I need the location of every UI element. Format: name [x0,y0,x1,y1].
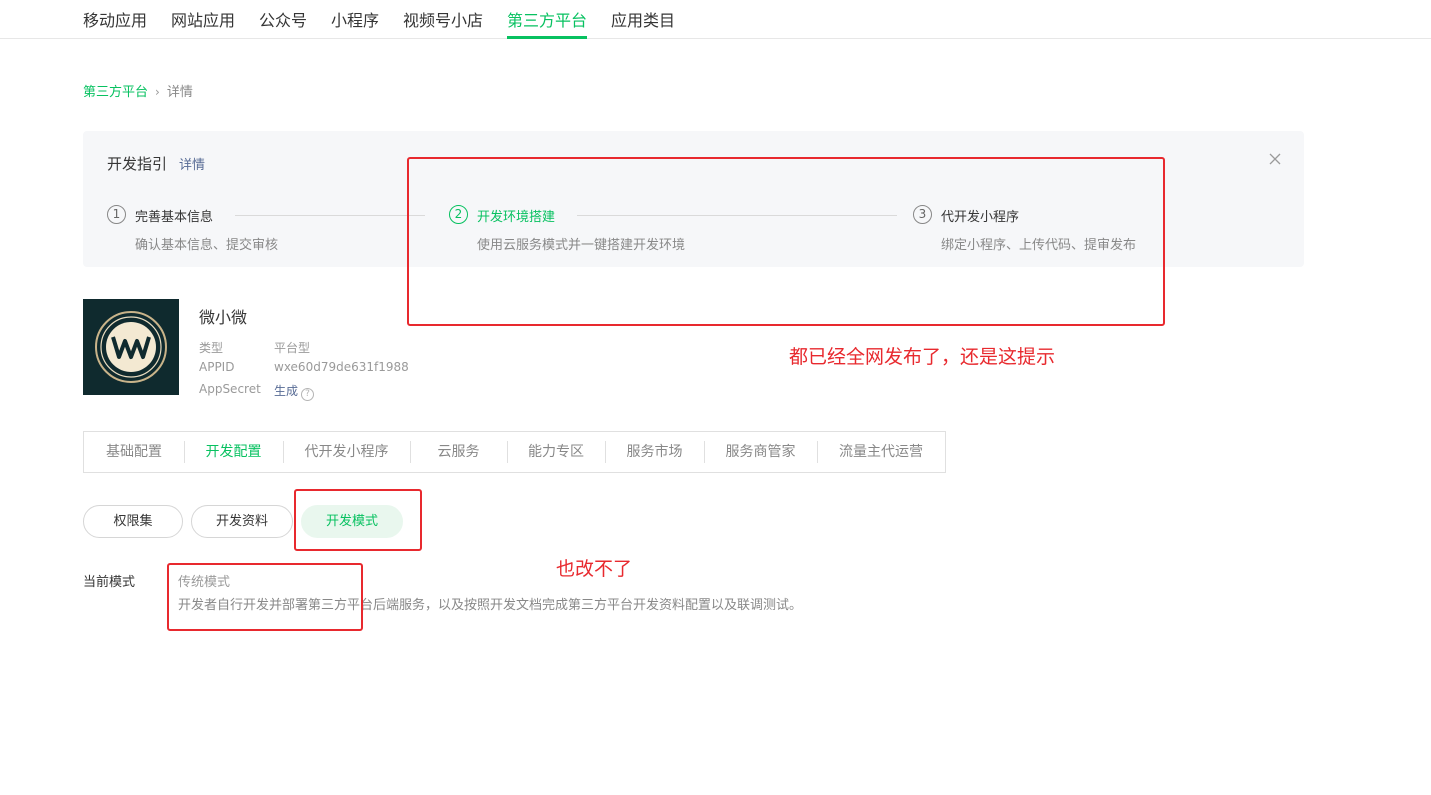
tab-capability-zone[interactable]: 能力专区 [507,432,605,472]
tab-traffic-operation[interactable]: 流量主代运营 [817,432,945,472]
nav-item-website-app[interactable]: 网站应用 [171,7,235,31]
appsecret-generate-link[interactable]: 生成 [274,384,298,398]
current-mode-label: 当前模式 [83,575,136,590]
pill-dev-materials[interactable]: 开发资料 [191,505,293,538]
appid-label: APPID [199,360,235,374]
breadcrumb-current: 详情 [166,85,193,100]
step-name: 完善基本信息 [135,210,214,225]
current-mode-name: 传统模式 [178,575,231,590]
step-number: 3 [913,205,932,224]
appsecret-value: 生成? [274,382,315,401]
nav-item-app-category[interactable]: 应用类目 [611,7,675,31]
dev-guide-card: 开发指引 详情 1 完善基本信息 确认基本信息、提交审核 2 开发环境搭建 使用… [83,131,1304,267]
nav-item-official-account[interactable]: 公众号 [259,7,307,31]
annotation-note-cannot-change: 也改不了 [556,558,633,580]
step-number: 2 [449,205,468,224]
annotation-note-published: 都已经全网发布了，还是这提示 [789,346,1056,368]
app-name: 微小微 [199,308,248,327]
nav-active-underline [507,36,587,39]
step-desc: 确认基本信息、提交审核 [135,238,279,253]
step-number: 1 [107,205,126,224]
app-type-label: 类型 [199,341,224,355]
step-name: 开发环境搭建 [477,210,556,225]
step-name: 代开发小程序 [941,210,1020,225]
app-type-value: 平台型 [274,341,311,355]
tab-cloud-service[interactable]: 云服务 [410,432,507,472]
nav-item-mini-program[interactable]: 小程序 [331,7,379,31]
help-icon[interactable]: ? [301,388,315,401]
step-desc: 使用云服务模式并一键搭建开发环境 [477,238,686,253]
appid-value: wxe60d79de631f1988 [274,360,409,374]
tab-basic-config[interactable]: 基础配置 [84,432,184,472]
guide-detail-link[interactable]: 详情 [179,154,205,173]
current-mode-description: 开发者自行开发并部署第三方平台后端服务，以及按照开发文档完成第三方平台开发资料配… [178,598,803,613]
app-logo-graphic [83,299,179,395]
guide-title: 开发指引 [107,155,168,173]
tab-service-market[interactable]: 服务市场 [605,432,704,472]
step-connector [235,215,425,216]
config-tab-bar: 基础配置 开发配置 代开发小程序 云服务 能力专区 服务市场 服务商管家 流量主… [83,431,946,473]
close-icon[interactable] [1267,151,1283,167]
tab-provider-manager[interactable]: 服务商管家 [704,432,817,472]
tab-dev-config[interactable]: 开发配置 [184,432,283,472]
breadcrumb-separator-icon: › [155,85,160,99]
nav-item-channels-store[interactable]: 视频号小店 [403,7,483,31]
tab-mini-program-dev[interactable]: 代开发小程序 [283,432,410,472]
breadcrumb: 第三方平台 › 详情 [83,81,193,100]
nav-item-third-party-platform[interactable]: 第三方平台 [507,7,587,31]
step-connector [577,215,897,216]
pill-dev-mode[interactable]: 开发模式 [301,505,403,538]
appsecret-label: AppSecret [199,382,261,396]
breadcrumb-parent-link[interactable]: 第三方平台 [83,85,148,100]
app-logo-icon [83,299,179,395]
pill-permission-set[interactable]: 权限集 [83,505,183,538]
step-desc: 绑定小程序、上传代码、提审发布 [941,238,1137,253]
nav-item-mobile-app[interactable]: 移动应用 [83,7,147,31]
top-nav: 移动应用 网站应用 公众号 小程序 视频号小店 第三方平台 应用类目 [0,0,1431,39]
